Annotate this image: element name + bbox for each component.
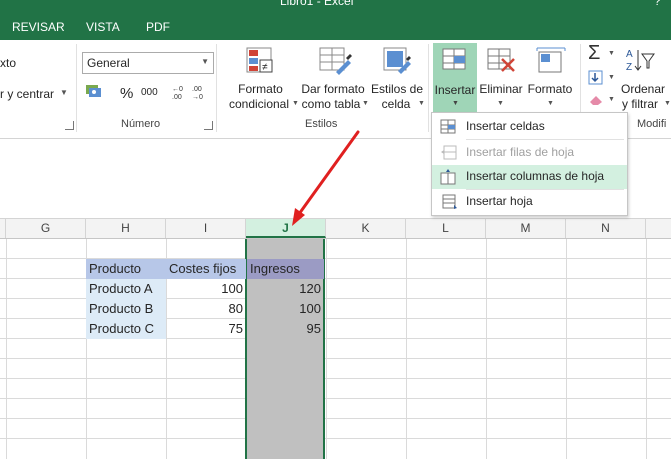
- red-arrow-icon: [292, 130, 360, 226]
